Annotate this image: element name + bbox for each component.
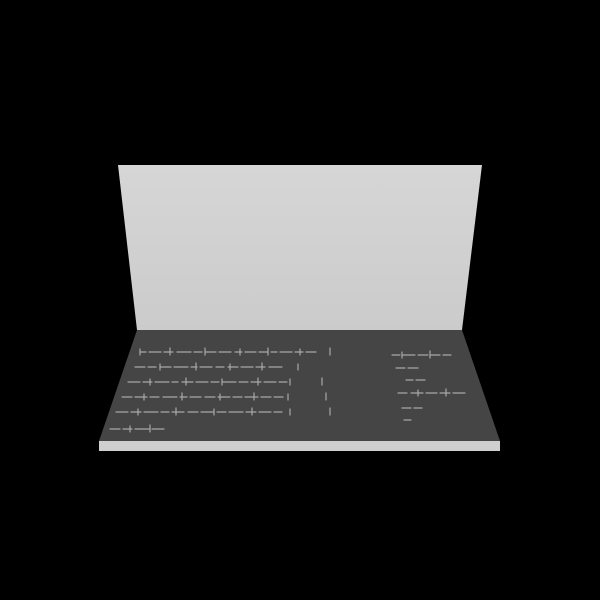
- 3d-scene: [0, 0, 600, 600]
- base-front-edge: [99, 441, 500, 451]
- scene-svg: [99, 165, 500, 451]
- back-panel: [118, 165, 482, 330]
- base-surface: [99, 330, 500, 441]
